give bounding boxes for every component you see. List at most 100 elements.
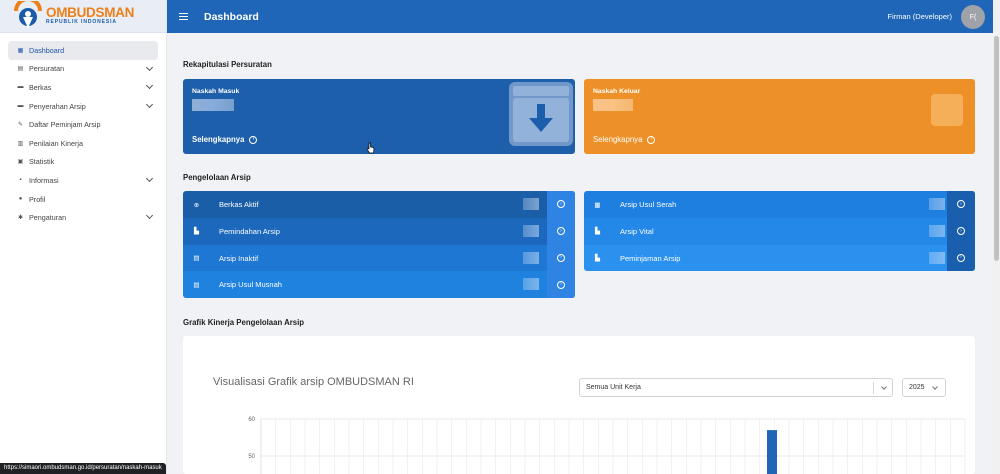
folder-open-icon: ▬ xyxy=(17,103,24,110)
plus-circle-icon: ⊕ xyxy=(193,201,200,209)
avatar[interactable]: F( xyxy=(961,5,985,29)
selengkapnya-link[interactable]: Selengkapnya › xyxy=(192,135,258,144)
row-count-redacted xyxy=(523,224,539,237)
link-label: Selengkapnya xyxy=(192,135,245,144)
download-box-icon xyxy=(509,82,573,146)
brand[interactable]: OMBUDSMAN REPUBLIK INDONESIA xyxy=(0,0,166,33)
sidebar-item-label: Statistik xyxy=(29,157,55,167)
arsip-row-peminjaman-arsip[interactable]: ▙ Peminjaman Arsip › xyxy=(584,244,975,271)
arrow-circle-icon: › xyxy=(557,200,565,209)
sidebar-item-persuratan[interactable]: ▤ Persuratan xyxy=(8,60,158,79)
sidebar-item-label: Berkas xyxy=(29,82,52,92)
card-naskah-masuk[interactable]: Naskah Masuk Selengkapnya › xyxy=(183,79,575,154)
row-count-redacted xyxy=(523,198,539,210)
row-count-redacted xyxy=(929,224,945,237)
stack-icon: ▦ xyxy=(594,201,601,209)
row-count-redacted xyxy=(523,278,539,291)
brand-subtitle: REPUBLIK INDONESIA xyxy=(46,19,117,25)
sidebar-item-label: Pengaturan xyxy=(29,213,67,223)
card-naskah-keluar[interactable]: Naskah Keluar Selengkapnya › xyxy=(584,79,975,154)
scrollbar-thumb[interactable] xyxy=(994,36,999,261)
card-value-redacted xyxy=(593,99,633,111)
row-open-button[interactable]: › xyxy=(547,271,575,298)
page-scrollbar[interactable] xyxy=(993,0,1000,474)
row-label: Arsip Vital xyxy=(620,226,654,236)
sidebar-item-penyerahan-arsip[interactable]: ▬ Penyerahan Arsip xyxy=(8,97,158,116)
info-icon: ▪ xyxy=(19,177,22,184)
sidebar-item-label: Profil xyxy=(29,194,46,204)
row-label: Arsip Usul Musnah xyxy=(219,280,282,290)
chevron-down-icon xyxy=(145,82,154,90)
chevron-down-icon xyxy=(145,100,154,108)
mail-icon: ▤ xyxy=(17,66,24,73)
sidebar-item-label: Dashboard xyxy=(29,45,65,55)
page-title: Dashboard xyxy=(204,10,259,23)
chevron-down-icon xyxy=(145,63,154,71)
row-open-button[interactable]: › xyxy=(547,217,575,245)
pengelolaan-left-panel: ⊕ Berkas Aktif › ▙ Pemindahan Arsip › ▤ Arsip I… xyxy=(183,191,575,298)
topbar: Dashboard Firman (Developer) F( xyxy=(167,0,993,33)
selengkapnya-link[interactable]: Selengkapnya › xyxy=(593,135,656,144)
section-title-grafik: Grafik Kinerja Pengelolaan Arsip xyxy=(183,318,305,327)
sidebar-item-label: Penilaian Kinerja xyxy=(29,138,83,148)
section-title-pengelolaan: Pengelolaan Arsip xyxy=(183,173,251,182)
arrow-circle-icon: › xyxy=(249,135,258,144)
arsip-row-berkas-aktif[interactable]: ⊕ Berkas Aktif › xyxy=(183,191,575,218)
row-open-button[interactable]: › xyxy=(547,244,575,272)
statistics-icon: ▣ xyxy=(17,159,24,166)
row-count-redacted xyxy=(929,251,945,264)
row-open-button[interactable]: › xyxy=(947,217,975,245)
card-label: Naskah Keluar xyxy=(593,88,641,95)
arsip-row-arsip-usul-musnah[interactable]: ▤ Arsip Usul Musnah › xyxy=(183,271,575,298)
archive-icon: ▤ xyxy=(193,255,200,263)
arrow-circle-icon: › xyxy=(957,227,965,236)
sidebar-item-daftar-peminjam-arsip[interactable]: ✎ Daftar Peminjam Arsip xyxy=(8,115,158,134)
user-icon: ● xyxy=(18,196,23,203)
file-transfer-icon: ▙ xyxy=(194,228,199,236)
upload-box-icon xyxy=(931,94,963,126)
sidebar-item-label: Informasi xyxy=(29,175,59,185)
dashboard-icon: ▦ xyxy=(17,47,24,54)
row-label: Arsip Usul Serah xyxy=(620,200,677,209)
sidebar-item-dashboard[interactable]: ▦ Dashboard xyxy=(8,41,158,60)
sidebar: OMBUDSMAN REPUBLIK INDONESIA ▦ Dashboard ▤… xyxy=(0,0,167,474)
section-title-rekap: Rekapitulasi Persuratan xyxy=(183,60,272,69)
row-open-button[interactable]: › xyxy=(547,191,575,218)
sidebar-item-label: Daftar Peminjam Arsip xyxy=(29,120,101,130)
sidebar-item-statistik[interactable]: ▣ Statistik xyxy=(8,153,158,172)
brand-title: OMBUDSMAN xyxy=(46,5,135,20)
menu-toggle-icon[interactable] xyxy=(179,12,188,21)
sidebar-item-profil[interactable]: ● Profil xyxy=(8,190,158,209)
row-count-redacted xyxy=(929,198,945,210)
arsip-row-pemindahan-arsip[interactable]: ▙ Pemindahan Arsip › xyxy=(183,217,575,245)
row-open-button[interactable]: › xyxy=(947,191,975,218)
card-value-redacted xyxy=(192,99,234,111)
row-label: Berkas Aktif xyxy=(219,200,259,209)
gear-icon: ✱ xyxy=(17,215,24,222)
file-user-icon: ▙ xyxy=(595,255,600,263)
row-open-button[interactable]: › xyxy=(947,244,975,271)
arrow-circle-icon: › xyxy=(647,135,656,144)
status-url: https://simaori.ombudsman.go.id/persurat… xyxy=(0,463,166,474)
y-tick-label: 60 xyxy=(248,417,255,423)
arrow-circle-icon: › xyxy=(557,253,565,262)
bar-chart: 60 50 xyxy=(248,417,966,474)
arsip-row-arsip-usul-serah[interactable]: ▦ Arsip Usul Serah › xyxy=(584,191,975,218)
chart-card: Visualisasi Grafik arsip OMBUDSMAN RI Se… xyxy=(183,336,975,474)
folder-icon: ▬ xyxy=(17,84,24,91)
sidebar-item-label: Penyerahan Arsip xyxy=(29,101,86,111)
sidebar-item-penilaian-kinerja[interactable]: ▥ Penilaian Kinerja xyxy=(8,134,158,153)
arsip-row-arsip-vital[interactable]: ▙ Arsip Vital › xyxy=(584,217,975,245)
user-name[interactable]: Firman (Developer) xyxy=(887,12,952,21)
file-delete-icon: ▤ xyxy=(193,281,200,289)
sidebar-nav: ▦ Dashboard ▤ Persuratan ▬ Berkas ▬ Penyerahan … xyxy=(0,33,166,227)
file-lock-icon: ▙ xyxy=(595,228,600,236)
link-label: Selengkapnya xyxy=(593,135,643,144)
sidebar-item-informasi[interactable]: ▪ Informasi xyxy=(8,171,158,190)
sidebar-item-berkas[interactable]: ▬ Berkas xyxy=(8,78,158,97)
cursor-hand-icon xyxy=(366,142,375,154)
pengelolaan-right-panel: ▦ Arsip Usul Serah › ▙ Arsip Vital › ▙ Peminjam… xyxy=(584,191,975,271)
arsip-row-arsip-inaktif[interactable]: ▤ Arsip Inaktif › xyxy=(183,244,575,272)
chart-bar xyxy=(767,430,777,474)
sidebar-item-pengaturan[interactable]: ✱ Pengaturan xyxy=(8,208,158,227)
